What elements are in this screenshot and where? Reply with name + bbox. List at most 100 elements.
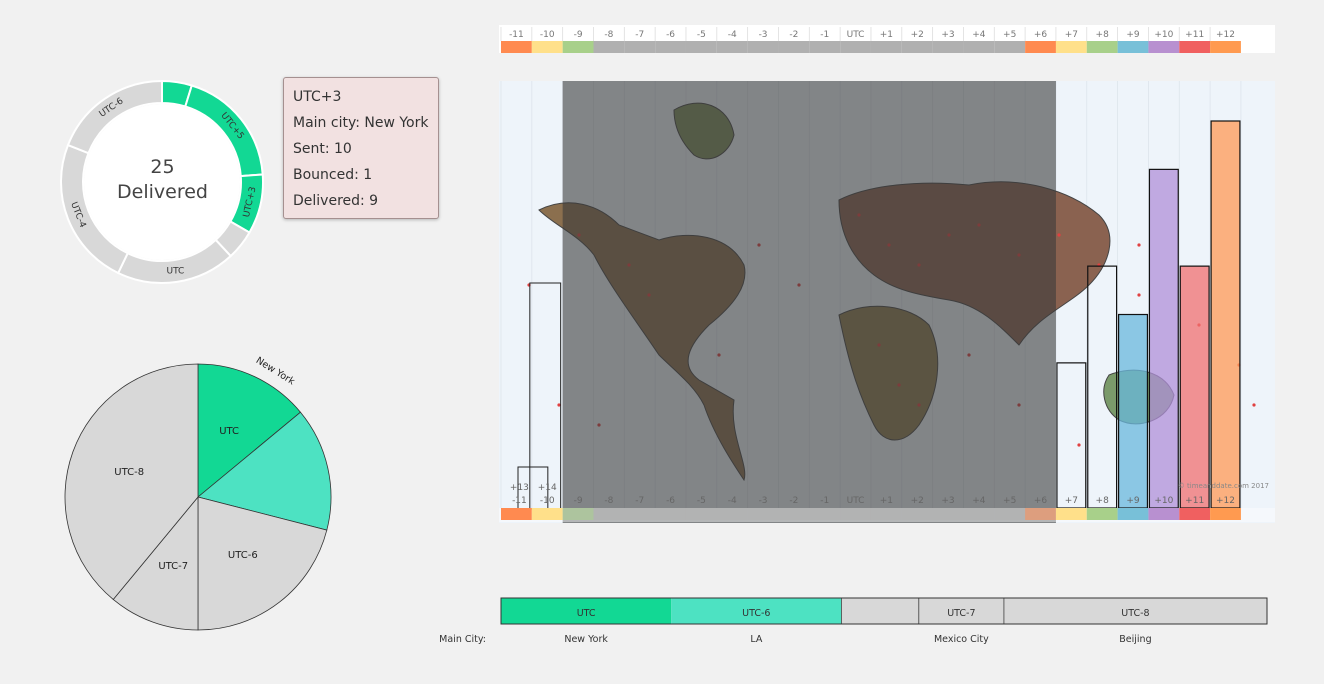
bottom-scale-label: -7 [635,496,644,506]
bottom-scale-label: +12 [1216,496,1235,506]
bottom-scale-label: +9 [1126,496,1140,506]
top-scale-label: +5 [1003,30,1016,40]
bottom-scale-label: -5 [697,496,706,506]
bottom-extra-label: +13 [510,483,529,493]
city-bar-zone-label: UTC-7 [947,608,975,619]
top-scale-color [501,41,532,53]
top-scale-label: -2 [789,30,798,40]
bottom-scale-color [994,508,1026,520]
top-scale-label: +8 [1096,30,1110,40]
city-bar-zone-label: UTC-8 [1121,608,1149,619]
bottom-scale-color [809,508,841,520]
top-scale-label: +11 [1185,30,1204,40]
top-scale-label: +1 [880,30,893,40]
top-scale-label: -4 [728,30,737,40]
city-bar-row-label: Main City: [439,634,486,645]
bottom-scale-label: +10 [1154,496,1173,506]
bottom-scale-label: +11 [1185,496,1204,506]
bottom-scale-color [1179,508,1211,520]
bottom-scale-color [1148,508,1180,520]
city-bar-zone-label: UTC [577,608,596,619]
pie-slice-label: UTC-6 [228,550,258,561]
top-scale-color [994,41,1026,53]
top-scale-color [716,41,748,53]
top-scale-color [685,41,717,53]
bottom-scale-label: +5 [1003,496,1016,506]
bottom-scale-color [870,508,902,520]
top-scale-label: -1 [820,30,829,40]
zone-bar [1087,265,1118,509]
bottom-scale-color [840,508,871,520]
city-bar-city-label: LA [750,634,763,645]
bottom-scale-color [1025,508,1056,520]
top-scale-label: +9 [1126,30,1140,40]
bottom-scale-label: +3 [941,496,954,506]
city-pie-chart: UTCUTC-6UTC-7UTC-8New York [64,355,332,631]
top-scale-label: -9 [574,30,583,40]
map-watermark: © timeanddate.com 2017 [1178,482,1269,490]
top-scale-color [1179,41,1211,53]
top-scale-color [1055,41,1087,53]
top-scale-color [593,41,625,53]
city-dot [557,403,561,407]
city-bar-city-label: Beijing [1119,634,1151,645]
bottom-scale-label: +1 [880,496,893,506]
bottom-extra-label: +14 [538,483,557,493]
top-scale-label: -11 [509,30,524,40]
bottom-scale-label: -3 [759,496,768,506]
tooltip-main-city: Main city: New York [293,115,429,131]
bottom-scale-color [1055,508,1087,520]
bottom-scale-color [624,508,656,520]
top-scale-label: -8 [604,30,613,40]
city-bar-city-label: Mexico City [934,634,989,645]
top-scale-label: -5 [697,30,706,40]
top-scale-color [963,41,995,53]
city-dot [1252,403,1256,407]
top-scale-label: +3 [941,30,954,40]
zone-bar [1056,362,1087,509]
timezone-map-chart: -11 -10 -9 -8 -7 -6 -5 -4 -3 -2 -1 UTC +1 +2 +3 +4 +5 +6 +… [499,25,1275,523]
donut-segment-label: UTC [166,266,184,276]
top-scale-label: -7 [635,30,644,40]
bottom-scale-label: -6 [666,496,675,506]
top-scale-color [901,41,933,53]
top-scale-color [531,41,563,53]
bottom-scale-label: UTC [847,496,865,506]
top-scale-label: UTC [847,30,865,40]
bottom-scale-label: +2 [911,496,924,506]
top-scale-label: +4 [972,30,986,40]
bottom-scale-color [593,508,625,520]
bottom-scale-label: +7 [1065,496,1078,506]
top-scale-color [562,41,594,53]
city-dot [1057,233,1061,237]
pie-slice-label: UTC [219,426,239,437]
donut-center-value: 25 [150,156,175,178]
top-scale-label: +7 [1065,30,1078,40]
city-bar-zone-label: UTC-6 [742,608,770,619]
bottom-scale-color [778,508,810,520]
tooltip-sent: Sent: 10 [293,141,352,157]
bottom-scale-label: -11 [512,496,527,506]
top-scale-color [932,41,964,53]
top-scale-label: -3 [759,30,768,40]
top-scale-label: +6 [1034,30,1048,40]
bottom-scale-color [901,508,933,520]
bottom-scale-color [562,508,594,520]
inactive-zone-overlay [562,81,1056,523]
bottom-scale-label: +4 [972,496,986,506]
tooltip-bounced: Bounced: 1 [293,167,373,183]
top-scale-label: -10 [540,30,555,40]
top-scale-color [1086,41,1118,53]
bottom-scale-label: -9 [574,496,583,506]
bottom-scale-color [932,508,964,520]
top-scale-label: +2 [911,30,924,40]
bottom-scale-color [531,508,563,520]
bottom-scale-label: -2 [789,496,798,506]
bottom-scale-label: -4 [728,496,737,506]
top-scale-color [870,41,902,53]
top-scale-color [624,41,656,53]
city-bar-city-label: New York [564,634,608,645]
top-scale-color [778,41,810,53]
city-bar-segment [841,597,920,625]
top-scale-color [747,41,779,53]
